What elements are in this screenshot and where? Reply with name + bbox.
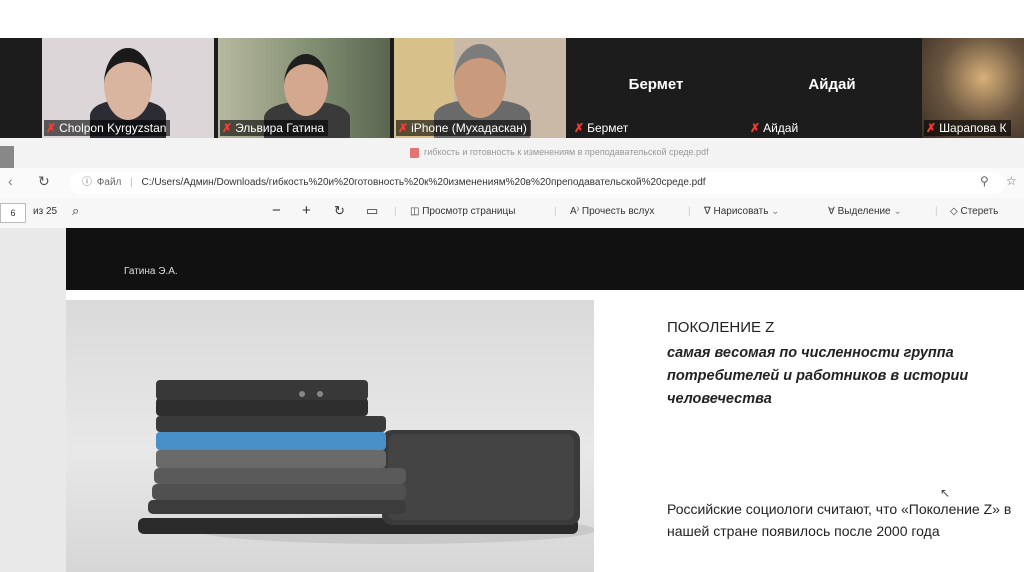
draw-button[interactable]: ∇ Нарисовать ⌄ [704, 206, 780, 217]
participant-tile-2[interactable]: ✗ Эльвира Гатина [218, 38, 390, 138]
page-number-input[interactable]: 6 [0, 203, 26, 223]
phones-illustration [138, 380, 594, 544]
participant-name-tag: ✗ Шарапова К [924, 120, 1011, 136]
participant-name-tag: ✗ Cholpon Kyrgyzstan [44, 120, 171, 136]
read-aloud-button[interactable]: A⁾ Прочесть вслух [570, 206, 654, 217]
muted-mic-icon: ✗ [398, 121, 409, 135]
address-field[interactable]: ⓘ Файл | C:/Users/Админ/Downloads/гибкос… [70, 172, 1005, 194]
muted-mic-icon: ✗ [750, 121, 761, 135]
participant-face [104, 48, 152, 120]
refresh-icon[interactable]: ↻ [38, 173, 50, 190]
participant-face [454, 44, 506, 118]
participant-tile-4[interactable]: Бермет ✗ Бермет [570, 38, 742, 138]
chevron-down-icon: ⌄ [768, 206, 780, 217]
browser-tab[interactable]: гибкость и готовность к изменениям в пре… [410, 147, 709, 158]
participant-tile-3[interactable]: ✗ iPhone (Мухадаскан) [394, 38, 566, 138]
chevron-down-icon: ⌄ [890, 206, 902, 217]
muted-mic-icon: ✗ [574, 121, 585, 135]
participant-big-name: Айдай [808, 76, 856, 93]
participant-name-tag: ✗ Айдай [750, 121, 799, 135]
pdf-file-icon [410, 147, 419, 158]
mouse-cursor-icon: ↖ [940, 486, 951, 500]
erase-button[interactable]: ◇ Стереть [950, 206, 998, 217]
info-icon: ⓘ [82, 177, 92, 188]
read-aloud-icon: A⁾ [570, 206, 582, 217]
address-url: C:/Users/Админ/Downloads/гибкость%20и%20… [141, 177, 706, 188]
zoom-icon[interactable]: ⚲ [980, 174, 989, 188]
highlight-icon: ∀ [828, 206, 838, 217]
slide-subtitle: самая весомая по численности группа потр… [667, 345, 969, 407]
highlight-button[interactable]: ∀ Выделение ⌄ [828, 206, 902, 217]
zoom-out-icon[interactable]: − [272, 202, 281, 219]
participant-tile-6[interactable]: ✗ Шарапова К [922, 38, 1024, 138]
back-arrow-icon[interactable]: ‹ [8, 173, 13, 189]
participant-name-tag: ✗ iPhone (Мухадаскан) [396, 120, 531, 136]
pdf-page: Гатина Э.А. ПОКОЛЕНИЕ Z самая весомая по… [66, 228, 1024, 572]
pdf-viewer[interactable]: Гатина Э.А. ПОКОЛЕНИЕ Z самая весомая по… [0, 228, 1024, 572]
search-icon[interactable]: ⌕ [72, 203, 79, 219]
fit-page-icon[interactable]: ▭ [366, 203, 378, 219]
rotate-icon[interactable]: ↻ [334, 203, 345, 219]
muted-mic-icon: ✗ [926, 121, 937, 135]
zoom-in-icon[interactable]: + [302, 202, 311, 219]
muted-mic-icon: ✗ [222, 121, 233, 135]
participant-big-name: Бермет [628, 76, 684, 93]
slide-paragraph: Российские социологи считают, что «Покол… [667, 501, 1012, 539]
slide-title: ПОКОЛЕНИЕ Z [667, 319, 775, 336]
page-view-button[interactable]: ◫ Просмотр страницы [410, 206, 515, 217]
participant-tile-1[interactable]: ✗ Cholpon Kyrgyzstan [42, 38, 214, 138]
top-margin [0, 0, 1024, 38]
muted-mic-icon: ✗ [46, 121, 57, 135]
phones-stack-image [66, 300, 594, 572]
participant-face [284, 54, 328, 116]
participant-tile-5[interactable]: Айдай ✗ Айдай [746, 38, 918, 138]
participants-strip: ✗ Cholpon Kyrgyzstan ✗ Эльвира Гатина ✗ iPh… [0, 38, 1024, 138]
favorites-icon[interactable]: ☆ [1006, 174, 1017, 188]
file-scheme-label: Файл [96, 177, 122, 188]
page-total: из 25 [33, 206, 58, 217]
eraser-icon: ◇ [950, 206, 961, 217]
browser-address-bar: ‹ ↻ ⓘ Файл | C:/Users/Админ/Downloads/ги… [0, 168, 1024, 199]
pdf-toolbar: 6 из 25 ⌕ − + ↻ ▭ | ◫ Просмотр страницы … [0, 198, 1024, 229]
browser-tab-bar: гибкость и готовность к изменениям в пре… [0, 138, 1024, 176]
slide-header: Гатина Э.А. [66, 228, 1024, 290]
slide-author: Гатина Э.А. [124, 266, 178, 277]
participant-name-tag: ✗ Бермет [574, 121, 629, 135]
participant-name-tag: ✗ Эльвира Гатина [220, 120, 329, 136]
page-view-icon: ◫ [410, 206, 423, 217]
